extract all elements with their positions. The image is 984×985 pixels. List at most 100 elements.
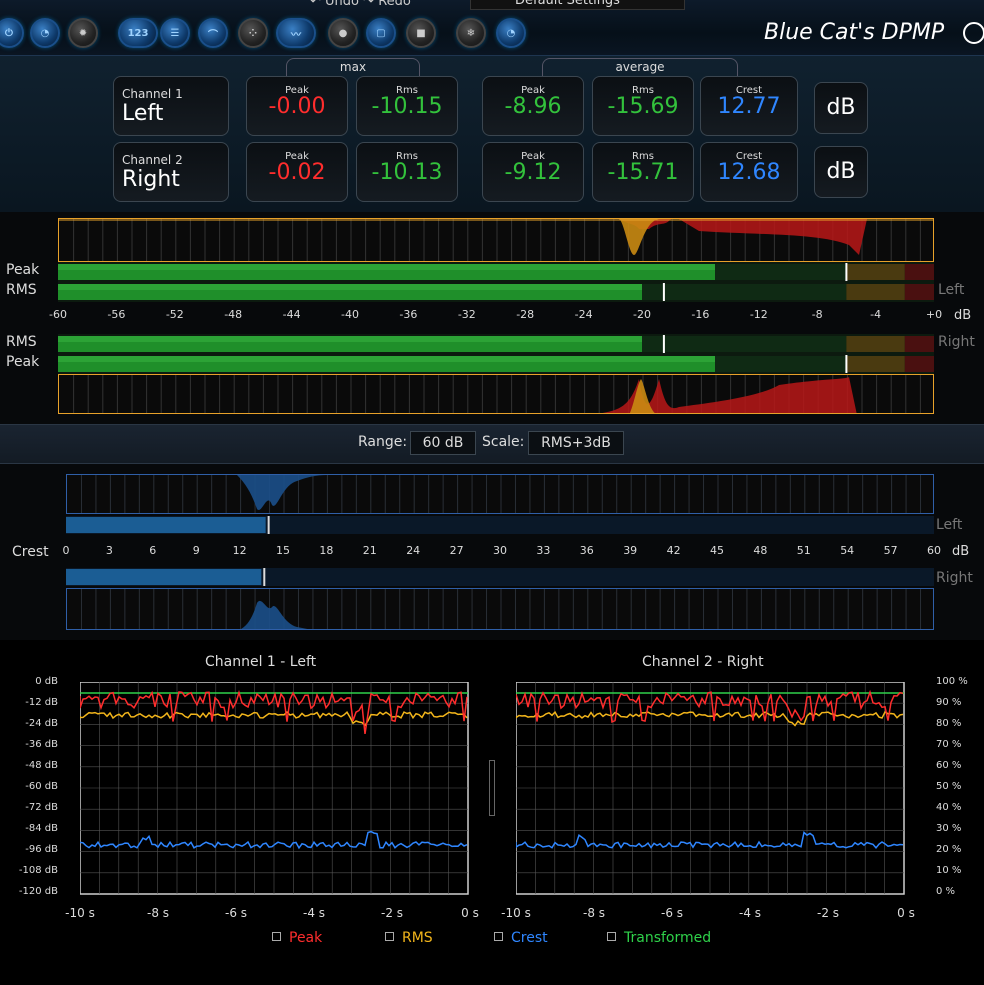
meter-clip-zone bbox=[904, 336, 934, 352]
rms-row-label-right: RMS bbox=[6, 334, 37, 350]
crest-tick-label: 45 bbox=[710, 544, 724, 557]
left-crest-meter bbox=[66, 516, 934, 534]
knob-icon[interactable]: ◔ bbox=[30, 18, 60, 48]
splitter-handle[interactable] bbox=[489, 760, 495, 816]
meter-warn-zone bbox=[846, 284, 905, 300]
legend-checkbox[interactable] bbox=[494, 932, 503, 941]
rms-row-label-left: RMS bbox=[6, 282, 37, 298]
percent-tick-label: 50 % bbox=[936, 781, 962, 792]
crest-tick-label: 39 bbox=[623, 544, 638, 557]
power-icon[interactable]: ⏻ bbox=[0, 18, 24, 48]
level-tick-label: +0 bbox=[925, 308, 943, 321]
undo-button[interactable]: Undo bbox=[325, 0, 359, 9]
legend-item-crest[interactable]: Crest bbox=[494, 930, 548, 946]
crest-tick-label: 27 bbox=[449, 544, 464, 557]
meter-clip-zone bbox=[904, 356, 934, 372]
range-scale-bar: Range: 60 dB Scale: RMS+3dB bbox=[0, 424, 984, 464]
max-group-label: max bbox=[286, 58, 420, 76]
left-peak-meter bbox=[58, 262, 934, 282]
ch2-max-peak: Peak -0.02 bbox=[246, 142, 348, 202]
crest-hold-marker bbox=[263, 568, 266, 586]
stop-icon[interactable]: ■ bbox=[406, 18, 436, 48]
range-selector[interactable]: 60 dB bbox=[410, 431, 476, 455]
preset-selector[interactable]: Default Settings bbox=[470, 0, 685, 10]
ch2-unit: dB bbox=[814, 146, 868, 198]
level-scale: -60 -56 -52 -48 -44 -40 -36 -32 -28 -24 -20 -16 -12 -… bbox=[49, 308, 942, 322]
channel-2-name: Right bbox=[122, 167, 180, 192]
scale-selector[interactable]: RMS+3dB bbox=[528, 431, 624, 455]
left-rms-meter bbox=[58, 282, 934, 302]
left-history-title: Channel 1 - Left bbox=[205, 654, 317, 670]
snowflake-icon[interactable]: ❄ bbox=[456, 18, 486, 48]
legend-checkbox[interactable] bbox=[272, 932, 281, 941]
crest-level bbox=[66, 569, 262, 585]
crest-tick-label: 21 bbox=[362, 544, 377, 557]
meter-warn-zone bbox=[846, 336, 905, 352]
left-crest-history bbox=[66, 474, 934, 514]
ch1-avg-peak-value: -8.96 bbox=[504, 94, 562, 119]
undo-icon[interactable]: ↶ bbox=[310, 0, 321, 9]
ch2-crest-value: 12.68 bbox=[717, 160, 781, 185]
redo-icon[interactable]: ↷ bbox=[363, 0, 374, 9]
level-tick-label: -12 bbox=[749, 308, 768, 321]
level-tick-label: -36 bbox=[399, 308, 418, 321]
right-peak-distribution bbox=[602, 377, 857, 413]
crest-tick-label: 30 bbox=[493, 544, 507, 557]
ch1-max-peak: Peak -0.00 bbox=[246, 76, 348, 136]
ch1-unit: dB bbox=[814, 82, 868, 134]
crest-tick-label: 3 bbox=[105, 544, 113, 557]
channel-1-name: Left bbox=[122, 101, 164, 126]
meter-warn-zone bbox=[846, 356, 905, 372]
crest-tick-label: 6 bbox=[149, 544, 157, 557]
peak-row-label-left: Peak bbox=[6, 262, 40, 278]
square-icon[interactable]: ▢ bbox=[366, 18, 396, 48]
crest-tick-label: 60 bbox=[927, 544, 941, 557]
crest-level bbox=[66, 517, 266, 533]
right-rms-meter bbox=[58, 334, 934, 354]
legend-item-transformed[interactable]: Transformed bbox=[607, 930, 711, 946]
db-tick-label: -72 dB bbox=[25, 802, 58, 813]
legend-checkbox[interactable] bbox=[385, 932, 394, 941]
time-tick-label: -8 s bbox=[582, 906, 606, 920]
ch2-avg-rms: Rms -15.71 bbox=[592, 142, 694, 202]
crest-unit: dB bbox=[952, 544, 970, 559]
meter-highlight bbox=[58, 336, 642, 342]
globe-icon[interactable] bbox=[963, 22, 984, 44]
meter-hold-marker bbox=[662, 283, 665, 301]
ch1-max-rms-value: -10.15 bbox=[371, 94, 443, 119]
waveform-view-icon[interactable]: 〰 bbox=[276, 18, 316, 48]
db-tick-label: -120 dB bbox=[18, 886, 58, 897]
record-icon[interactable]: ● bbox=[328, 18, 358, 48]
redo-button[interactable]: Redo bbox=[378, 0, 411, 9]
legend-label: Peak bbox=[289, 930, 323, 946]
legend-checkbox[interactable] bbox=[607, 932, 616, 941]
numeric-view-button[interactable]: 123 bbox=[118, 18, 158, 48]
crest-tick-label: 57 bbox=[883, 544, 898, 557]
level-tick-label: -40 bbox=[341, 308, 359, 321]
crest-scale: 0 3 6 9 12 15 18 21 24 27 30 33 36 39 42 45 48 51 54 57 60 bbox=[63, 544, 942, 558]
bars-view-icon[interactable]: ☰ bbox=[160, 18, 190, 48]
channel-2-number: Channel 2 bbox=[122, 153, 183, 167]
ch2-max-rms-value: -10.13 bbox=[371, 160, 443, 185]
left-history-graph bbox=[80, 682, 469, 895]
crest-tick-label: 18 bbox=[319, 544, 334, 557]
crest-tick-label: 54 bbox=[840, 544, 855, 557]
crest-tick-label: 33 bbox=[536, 544, 551, 557]
legend-item-rms[interactable]: RMS bbox=[385, 930, 433, 946]
readout-panel: max average Channel 1 Left Peak -0.00 Rm… bbox=[0, 56, 984, 212]
crest-tick-label: 12 bbox=[232, 544, 247, 557]
preset-name: Default Settings bbox=[515, 0, 620, 8]
percent-tick-label: 10 % bbox=[936, 865, 962, 876]
db-tick-label: -48 dB bbox=[25, 760, 58, 771]
level-tick-label: -44 bbox=[282, 308, 301, 321]
db-tick-label: -12 dB bbox=[25, 697, 58, 708]
left-crest-distribution bbox=[237, 475, 327, 510]
curve-view-icon[interactable]: ⌒ bbox=[198, 18, 228, 48]
meter-clip-zone bbox=[904, 264, 934, 280]
legend-item-peak[interactable]: Peak bbox=[272, 930, 322, 946]
dots-view-icon[interactable]: ⁘ bbox=[238, 18, 268, 48]
meter-highlight bbox=[58, 356, 715, 362]
gear-icon[interactable]: ✹ bbox=[68, 18, 98, 48]
dial-icon[interactable]: ◔ bbox=[496, 18, 526, 48]
right-peak-meter bbox=[58, 354, 934, 374]
